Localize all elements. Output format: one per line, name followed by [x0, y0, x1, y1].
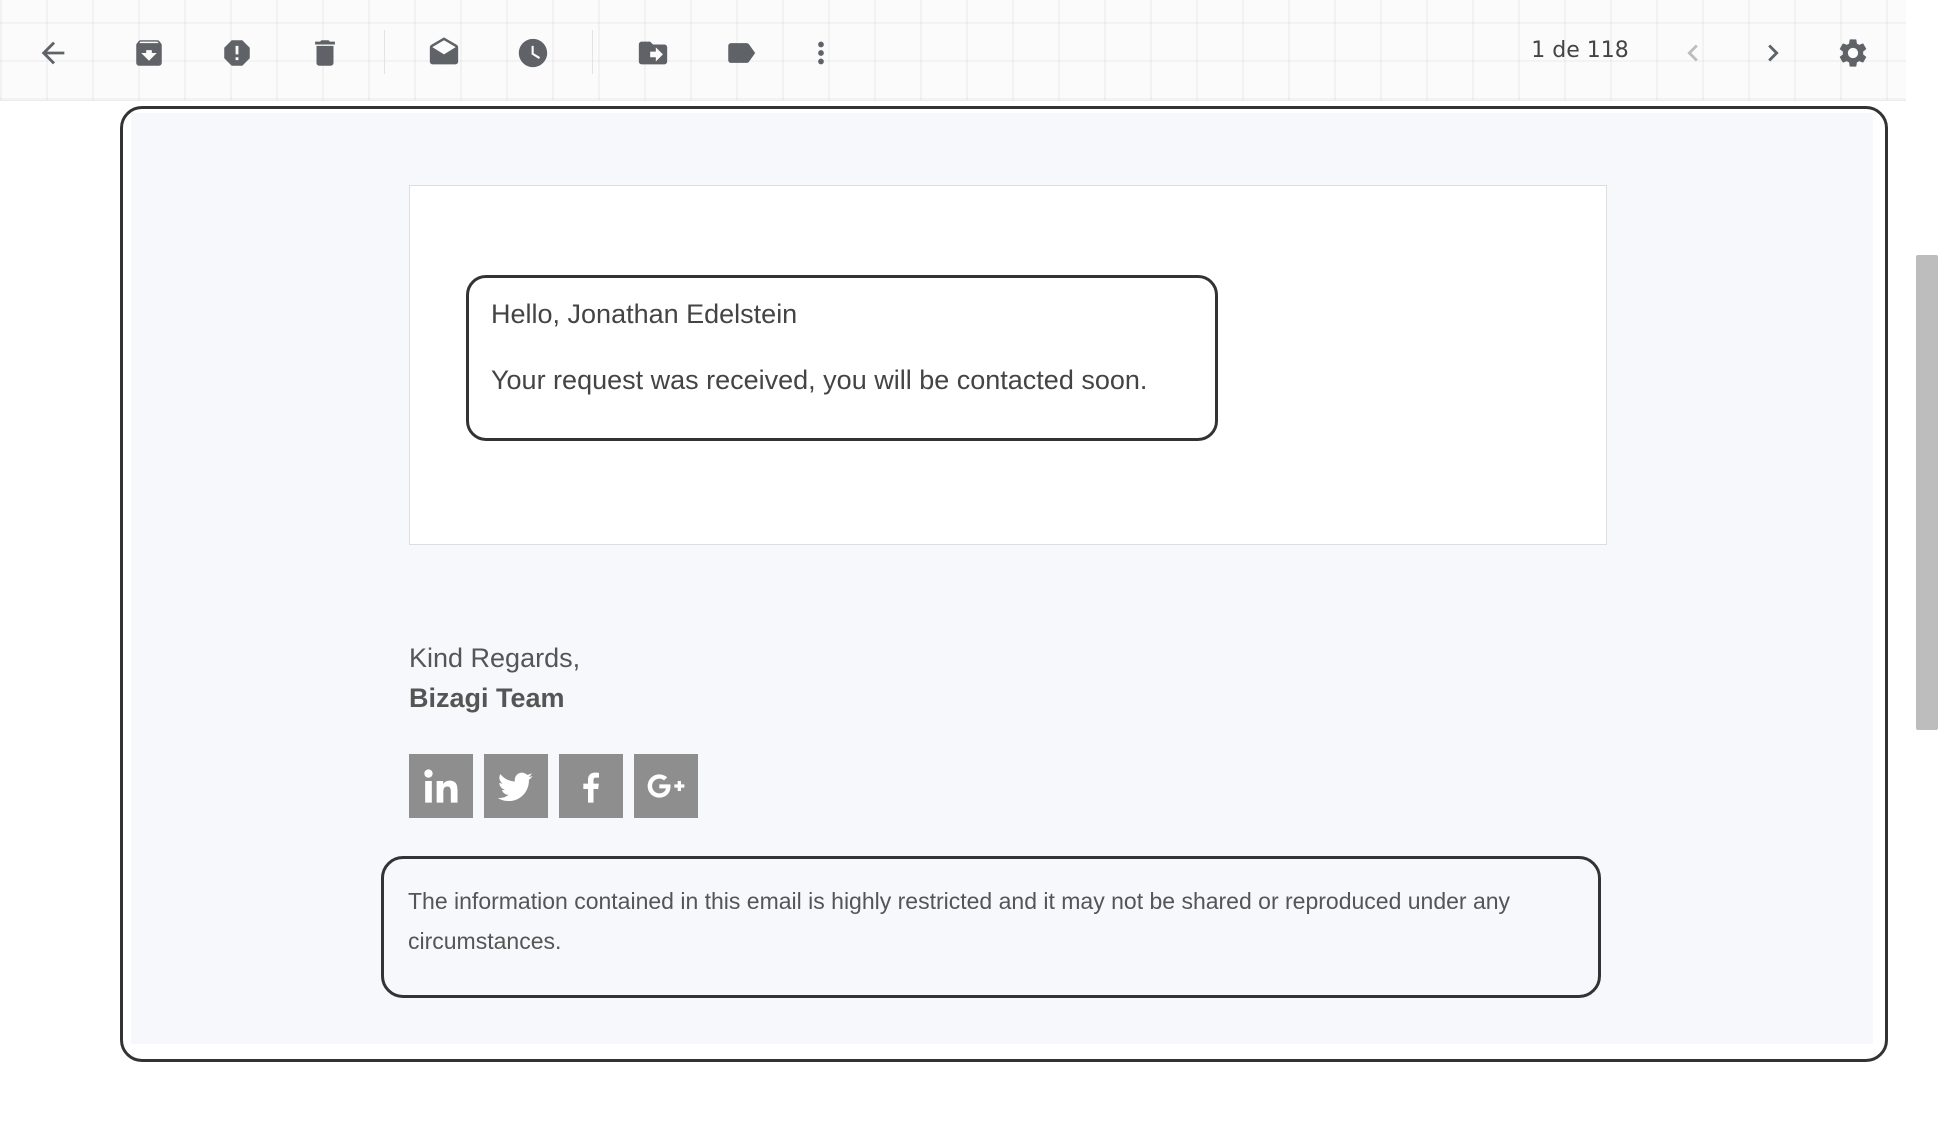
twitter-icon — [497, 772, 533, 802]
archive-button[interactable] — [125, 29, 173, 77]
message-text: Your request was received, you will be c… — [491, 364, 1148, 395]
closing-text: Kind Regards, — [409, 643, 581, 673]
label-icon — [728, 43, 756, 63]
delete-icon — [315, 40, 335, 66]
message-box: Hello, Jonathan Edelstein Your request w… — [466, 275, 1218, 441]
move-to-icon — [638, 41, 668, 65]
gear-icon — [1839, 39, 1867, 67]
scrollbar-thumb[interactable] — [1916, 255, 1938, 730]
delete-button[interactable] — [301, 29, 349, 77]
message-card: Hello, Jonathan Edelstein Your request w… — [409, 185, 1607, 545]
snooze-button[interactable] — [509, 29, 557, 77]
mark-unread-button[interactable] — [420, 29, 468, 77]
google-plus-link[interactable] — [634, 754, 698, 818]
toolbar-divider — [384, 30, 385, 74]
mark-unread-icon — [429, 37, 459, 65]
greeting-text: Hello, Jonathan Edelstein — [491, 299, 798, 329]
report-spam-button[interactable] — [213, 29, 261, 77]
older-button[interactable] — [1749, 29, 1797, 77]
chevron-right-icon — [1768, 44, 1779, 62]
report-spam-icon — [224, 40, 250, 66]
signature-team: Bizagi Team — [409, 683, 565, 713]
more-vertical-icon — [818, 41, 824, 65]
email-body-frame: Hello, Jonathan Edelstein Your request w… — [120, 106, 1888, 1062]
archive-icon — [136, 40, 162, 66]
twitter-link[interactable] — [484, 754, 548, 818]
linkedin-link[interactable] — [409, 754, 473, 818]
settings-button[interactable] — [1829, 29, 1877, 77]
chevron-left-icon — [1687, 44, 1698, 62]
facebook-link[interactable] — [559, 754, 623, 818]
move-to-button[interactable] — [629, 29, 677, 77]
newer-button[interactable] — [1669, 29, 1717, 77]
back-button[interactable] — [29, 29, 77, 77]
google-plus-icon — [647, 774, 685, 798]
pager-count: 1 de 118 — [1531, 38, 1629, 63]
disclaimer-box: The information contained in this email … — [381, 856, 1601, 998]
email-content: Hello, Jonathan Edelstein Your request w… — [131, 113, 1873, 1044]
more-button[interactable] — [797, 29, 845, 77]
snooze-icon — [518, 38, 548, 68]
back-arrow-icon — [41, 41, 65, 65]
label-button[interactable] — [717, 29, 765, 77]
linkedin-icon — [424, 769, 458, 803]
toolbar: 1 de 118 — [0, 0, 1906, 101]
facebook-icon — [583, 772, 599, 803]
toolbar-divider — [592, 30, 593, 74]
